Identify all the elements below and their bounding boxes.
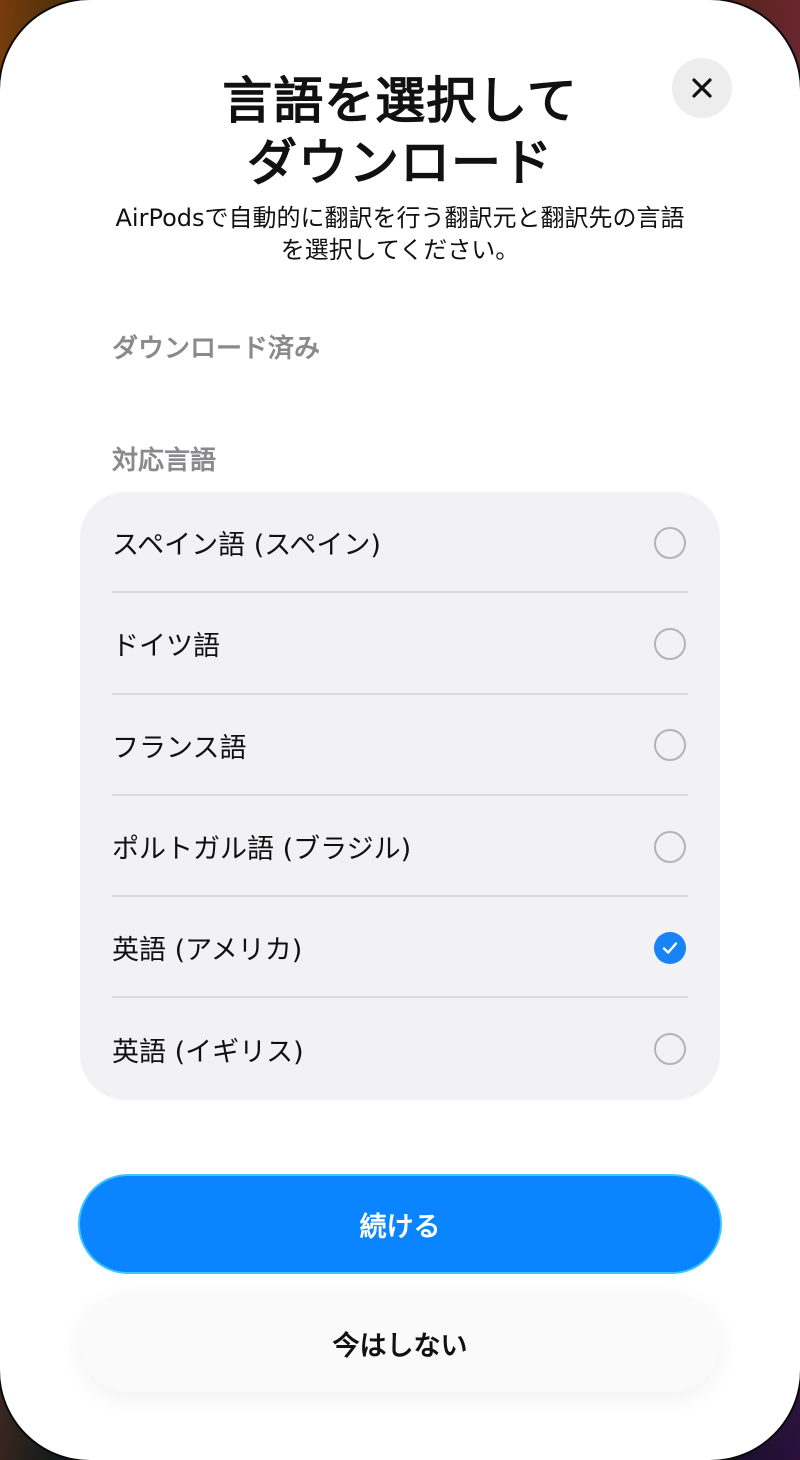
sheet-subtitle: AirPodsで自動的に翻訳を行う翻訳元と翻訳先の言語 を選択してください。 xyxy=(80,202,720,266)
title-line-1: 言語を選択して xyxy=(222,72,578,130)
continue-button[interactable]: 続ける xyxy=(80,1176,720,1272)
supported-languages-section-label: 対応言語 xyxy=(112,446,217,476)
language-row[interactable]: フランス語 xyxy=(80,695,720,796)
radio-unselected-icon[interactable] xyxy=(654,1033,686,1066)
language-label: 英語 (アメリカ) xyxy=(112,935,303,967)
subtitle-line-1: AirPodsで自動的に翻訳を行う翻訳元と翻訳先の言語 xyxy=(115,204,685,232)
downloaded-section-label: ダウンロード済み xyxy=(112,334,321,364)
language-label: フランス語 xyxy=(112,732,247,764)
sheet-title: 言語を選択して ダウンロード xyxy=(100,70,700,194)
language-list: スペイン語 (スペイン) ドイツ語フランス語ポルトガル語 (ブラジル) 英語 (アメ… xyxy=(80,492,720,1100)
language-row[interactable]: スペイン語 (スペイン) xyxy=(80,492,720,594)
radio-unselected-icon[interactable] xyxy=(654,830,686,863)
language-label: ポルトガル語 (ブラジル) xyxy=(112,834,412,866)
language-row[interactable]: 英語 (アメリカ) xyxy=(80,897,720,999)
language-label: ドイツ語 xyxy=(112,631,220,663)
radio-unselected-icon[interactable] xyxy=(654,627,686,660)
subtitle-line-2: を選択してください。 xyxy=(280,236,520,264)
language-row[interactable]: ドイツ語 xyxy=(80,593,720,695)
language-row[interactable]: 英語 (イギリス) xyxy=(80,998,720,1099)
language-download-sheet: 言語を選択して ダウンロード AirPodsで自動的に翻訳を行う翻訳元と翻訳先の… xyxy=(0,0,800,1460)
radio-unselected-icon[interactable] xyxy=(654,729,686,762)
language-label: 英語 (イギリス) xyxy=(112,1036,304,1068)
not-now-button[interactable]: 今はしない xyxy=(80,1294,720,1392)
language-row[interactable]: ポルトガル語 (ブラジル) xyxy=(80,796,720,898)
checkmark-selected-icon[interactable] xyxy=(654,931,686,964)
language-label: スペイン語 (スペイン) xyxy=(112,530,381,562)
title-line-2: ダウンロード xyxy=(247,134,553,192)
radio-unselected-icon[interactable] xyxy=(654,526,686,559)
